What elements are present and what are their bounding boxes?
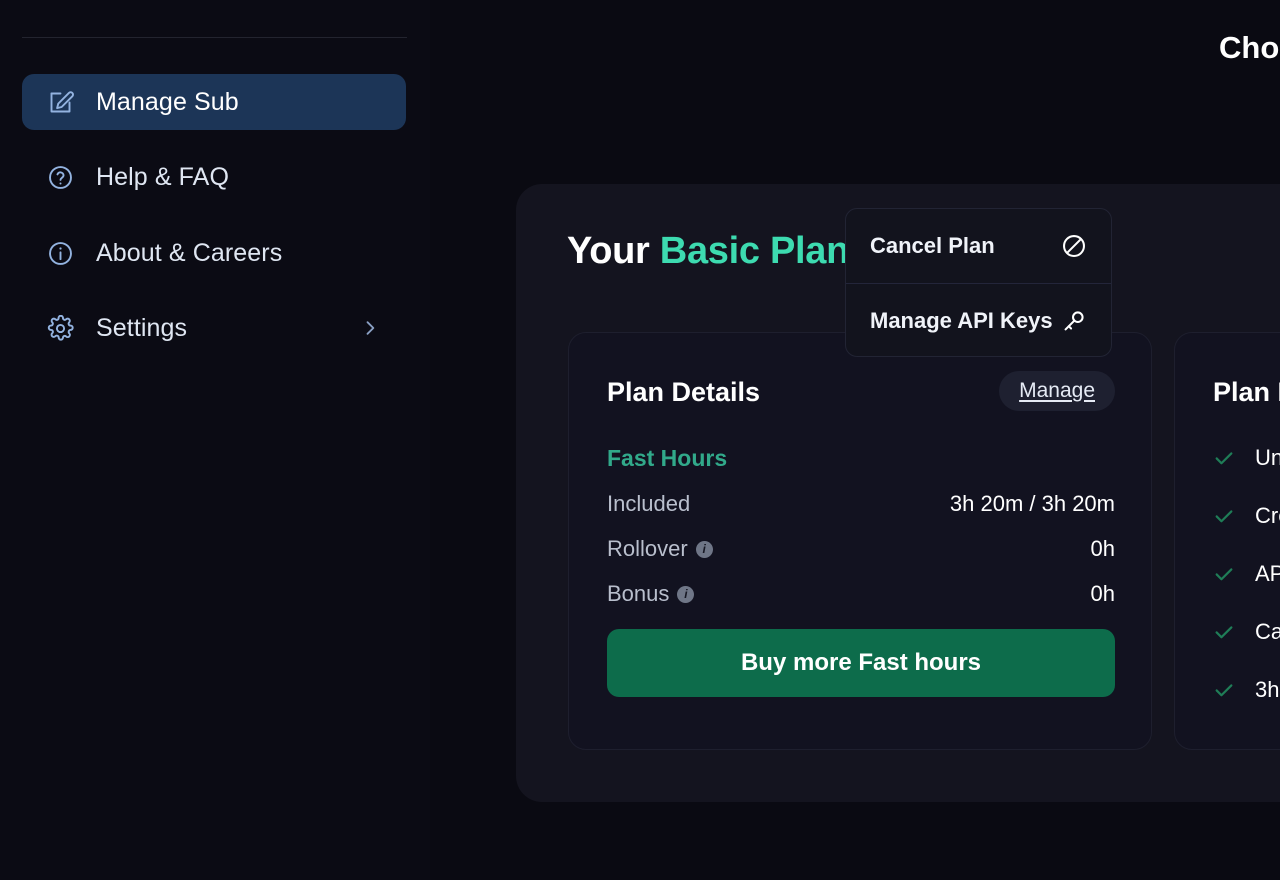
detail-row-label-text: Bonus <box>607 581 670 606</box>
page-title: Choose a plan <box>1219 30 1280 65</box>
buy-more-fast-hours-button[interactable]: Buy more Fast hours <box>607 629 1115 697</box>
check-icon <box>1213 621 1235 643</box>
plan-title-accent: Basic Plan <box>659 230 850 272</box>
detail-row-label: Bonus i <box>607 581 695 607</box>
check-icon <box>1213 447 1235 469</box>
key-icon <box>1061 308 1087 334</box>
detail-row-value: 0h <box>1090 536 1115 561</box>
manage-dropdown-menu: Cancel Plan Manage API Keys <box>845 208 1112 357</box>
detail-row-bonus: Bonus i 0h <box>607 581 1115 607</box>
main-content: Choose a plan Your Basic Plan Plan Detai… <box>430 0 1280 880</box>
sidebar-item-about-careers[interactable]: About & Careers <box>22 225 406 281</box>
sidebar-item-manage-sub[interactable]: Manage Sub <box>22 74 406 130</box>
dropdown-item-label: Manage API Keys <box>870 307 1053 333</box>
sidebar-item-help-faq[interactable]: Help & FAQ <box>22 149 406 205</box>
feature-row: 3h 20m Fast hours <box>1213 677 1280 703</box>
sidebar: Manage Sub Help & FAQ About & Careers Se… <box>0 0 430 880</box>
detail-row-included: Included 3h 20m / 3h 20m <box>607 491 1115 517</box>
sidebar-item-label: About & Careers <box>96 238 283 267</box>
info-icon[interactable]: i <box>695 540 713 558</box>
gear-icon <box>44 312 76 344</box>
info-icon[interactable]: i <box>677 585 695 603</box>
plan-features-heading: Plan Features <box>1213 377 1280 407</box>
detail-row-label-text: Rollover <box>607 536 688 561</box>
check-icon <box>1213 505 1235 527</box>
detail-row-value: 3h 20m / 3h 20m <box>949 491 1115 516</box>
dropdown-item-label: Cancel Plan <box>870 233 995 258</box>
edit-square-icon <box>44 86 76 118</box>
fast-hours-label: Fast Hours <box>607 445 728 471</box>
manage-button-label: Manage <box>1019 379 1095 402</box>
plan-title-prefix: Your <box>567 230 660 272</box>
dropdown-item-manage-api-keys[interactable]: Manage API Keys <box>846 283 1111 356</box>
detail-row-value: 0h <box>1090 581 1115 606</box>
plan-details-card: Plan Details Manage Fast Hours Included … <box>568 332 1152 750</box>
feature-row: Unlimited Slow hours <box>1213 445 1280 471</box>
info-circle-icon <box>44 237 76 269</box>
plan-features-card: Plan Features Unlimited Slow hours Credi… <box>1174 332 1280 750</box>
feature-label: API access included <box>1255 561 1280 586</box>
sidebar-item-label: Help & FAQ <box>96 162 229 191</box>
feature-label: Credits roll over <box>1255 503 1280 528</box>
feature-row: Cancel anytime <box>1213 619 1280 645</box>
detail-row-rollover: Rollover i 0h <box>607 536 1115 562</box>
manage-button[interactable]: Manage <box>999 371 1115 411</box>
feature-label: Unlimited Slow hours <box>1255 445 1280 470</box>
check-icon <box>1213 679 1235 701</box>
sidebar-item-label: Manage Sub <box>96 87 239 116</box>
question-circle-icon <box>44 161 76 193</box>
detail-row-label: Included <box>607 491 691 516</box>
check-icon <box>1213 563 1235 585</box>
chevron-right-icon[interactable] <box>360 318 380 338</box>
detail-row-label: Rollover i <box>607 536 713 562</box>
dropdown-item-cancel-plan[interactable]: Cancel Plan <box>846 209 1111 283</box>
plan-title: Your Basic Plan <box>567 230 849 273</box>
feature-row: Credits roll over <box>1213 503 1280 529</box>
feature-row: API access included <box>1213 561 1280 587</box>
feature-label: Cancel anytime <box>1255 619 1280 644</box>
feature-label: 3h 20m Fast hours <box>1255 677 1280 702</box>
prohibited-icon <box>1061 233 1087 259</box>
sidebar-item-label: Settings <box>96 313 188 342</box>
sidebar-item-settings[interactable]: Settings <box>22 300 406 356</box>
plan-details-heading: Plan Details <box>607 377 761 407</box>
sidebar-divider <box>22 37 407 38</box>
